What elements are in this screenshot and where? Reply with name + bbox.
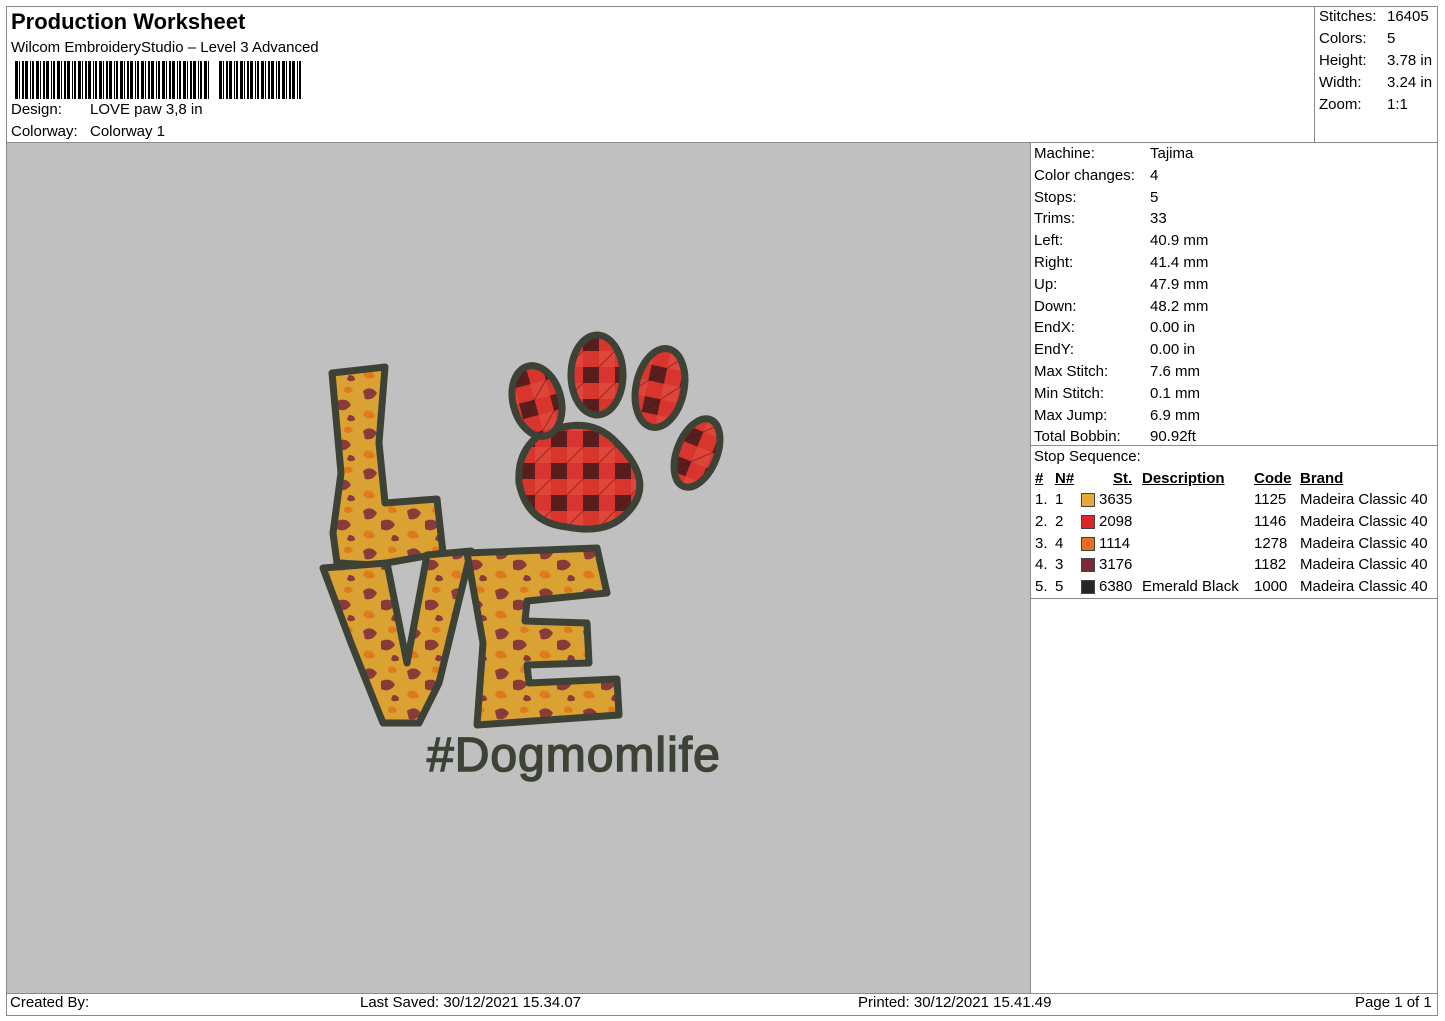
thread-color-swatch: [1081, 514, 1095, 529]
info-label: Left:: [1034, 232, 1064, 250]
info-value: 0.00 in: [1150, 341, 1196, 359]
stop-code: 1125: [1254, 491, 1287, 508]
footer-page: Page 1 of 1: [1355, 994, 1432, 1011]
stop-row: 5. 5 6380 Emerald Black 1000 Madeira Classic …: [1034, 578, 1438, 600]
colorway-row: Colorway: Colorway 1: [11, 123, 165, 140]
stop-brand: Madeira Classic 40: [1300, 512, 1428, 530]
stop-row: 2. 2 2098 1146 Madeira Classic 40: [1034, 513, 1438, 535]
stats-divider: [1314, 7, 1315, 143]
info-label: Stops:: [1034, 188, 1077, 206]
stop-row: 3. 4 1114 1278 Madeira Classic 40: [1034, 535, 1438, 557]
thread-color-swatch: [1081, 536, 1095, 551]
info-value: 4: [1150, 166, 1159, 184]
info-label: Down:: [1034, 297, 1077, 315]
info-value: 48.2 mm: [1150, 297, 1209, 315]
preview-divider: [1030, 143, 1031, 993]
stop-n: 4: [1055, 534, 1064, 552]
col-n: N#: [1055, 470, 1075, 487]
info-label: EndY:: [1034, 341, 1075, 359]
footer-created-by: Created By:: [10, 994, 90, 1011]
stop-st: 1114: [1099, 534, 1131, 552]
info-label: Trims:: [1034, 210, 1076, 228]
col-code: Code: [1254, 470, 1292, 487]
info-label: Color changes:: [1034, 166, 1135, 184]
embroidery-design: #Dogmomlife: [319, 331, 724, 783]
colorway-label: Colorway:: [11, 123, 78, 140]
info-label: Machine:: [1034, 145, 1095, 162]
design-caption: #Dogmomlife: [427, 729, 721, 782]
col-brand: Brand: [1300, 470, 1344, 487]
thread-color-swatch: [1081, 558, 1095, 573]
stop-row: 1. 1 3635 1125 Madeira Classic 40: [1034, 491, 1438, 513]
info-value: 41.4 mm: [1150, 254, 1209, 271]
info-value: 33: [1150, 210, 1167, 228]
footer-divider: [7, 993, 1437, 994]
stop-n: 5: [1055, 578, 1064, 596]
thread-color-swatch: [1081, 493, 1095, 507]
stop-st: 3176: [1099, 556, 1133, 574]
stop-brand: Madeira Classic 40: [1300, 534, 1428, 552]
stop-st: 3635: [1099, 491, 1133, 508]
stop-num: 2.: [1035, 512, 1048, 530]
stat-row: Width: 3.24 in: [1319, 74, 1433, 91]
thread-color-swatch: [1081, 580, 1095, 595]
design-value: LOVE paw 3,8 in: [90, 101, 203, 118]
stop-num: 1.: [1035, 491, 1048, 508]
info-label: Total Bobbin:: [1034, 428, 1121, 446]
stop-sequence-title: Stop Sequence:: [1034, 448, 1141, 465]
col-num: #: [1035, 470, 1044, 487]
design-preview: #Dogmomlife: [7, 143, 1030, 993]
col-st: St.: [1113, 470, 1133, 487]
design-row: Design: LOVE paw 3,8 in: [11, 101, 203, 118]
info-label: Right:: [1034, 254, 1074, 271]
stop-description: Emerald Black: [1142, 578, 1239, 596]
info-value: 6.9 mm: [1150, 406, 1201, 424]
stop-code: 1000: [1254, 578, 1288, 596]
design-label: Design:: [11, 101, 62, 118]
stop-n: 1: [1055, 491, 1064, 508]
page-title: Production Worksheet: [11, 9, 246, 34]
stop-code: 1182: [1254, 556, 1287, 574]
info-value: 40.9 mm: [1150, 232, 1209, 250]
info-value: 7.6 mm: [1150, 363, 1201, 380]
stop-n: 3: [1055, 556, 1064, 574]
stop-brand: Madeira Classic 40: [1300, 556, 1428, 574]
info-label: Max Jump:: [1034, 406, 1108, 424]
stop-code: 1278: [1254, 534, 1288, 552]
footer-last-saved: Last Saved: 30/12/2021 15.34.07: [360, 994, 582, 1011]
info-value: 90.92ft: [1150, 428, 1196, 446]
footer-printed: Printed: 30/12/2021 15.41.49: [858, 994, 1052, 1011]
info-value: 0.00 in: [1150, 319, 1196, 337]
info-value: 5: [1150, 188, 1159, 206]
stat-row: Zoom: 1:1: [1319, 96, 1408, 113]
info-value: 0.1 mm: [1150, 384, 1201, 402]
stop-code: 1146: [1254, 512, 1287, 530]
worksheet-sheet: Production Worksheet Wilcom EmbroiderySt…: [6, 6, 1438, 1016]
stop-brand: Madeira Classic 40: [1300, 491, 1428, 508]
stop-num: 3.: [1035, 534, 1048, 552]
info-value: 47.9 mm: [1150, 275, 1209, 293]
info-label: EndX:: [1034, 319, 1075, 337]
stop-num: 5.: [1035, 578, 1048, 596]
barcode: [15, 61, 301, 99]
info-label: Min Stitch:: [1034, 384, 1105, 402]
colorway-value: Colorway 1: [90, 123, 166, 140]
stat-row: Stitches: 16405: [1319, 8, 1429, 25]
info-label: Max Stitch:: [1034, 363, 1109, 380]
stat-row: Height: 3.78 in: [1319, 52, 1433, 69]
info-label: Up:: [1034, 275, 1058, 293]
stop-st: 2098: [1099, 512, 1133, 530]
info-value: Tajima: [1150, 145, 1194, 162]
stop-num: 4.: [1035, 556, 1048, 574]
stop-row: 4. 3 3176 1182 Madeira Classic 40: [1034, 556, 1438, 578]
stop-brand: Madeira Classic 40: [1300, 578, 1428, 596]
stop-st: 6380: [1099, 578, 1133, 596]
col-description: Description: [1142, 470, 1225, 487]
software-name: Wilcom EmbroideryStudio – Level 3 Advanc…: [11, 39, 319, 56]
stop-n: 2: [1055, 512, 1064, 530]
stat-row: Colors: 5: [1319, 30, 1396, 47]
